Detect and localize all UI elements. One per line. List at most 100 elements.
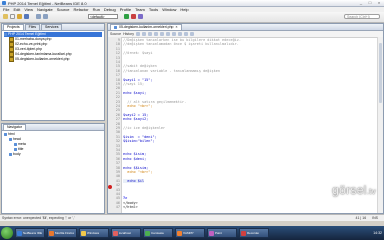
code-line[interactable]: echo $sayi2; [123, 117, 148, 121]
status-message: Syntax error: unexpected '$il', expectin… [2, 216, 75, 220]
tab-projects[interactable]: Projects [3, 24, 24, 30]
navigator-tree: html head meta title body [2, 131, 104, 158]
line-number: 19 [115, 82, 120, 86]
line-number: 35 [115, 152, 120, 157]
app-icon [241, 230, 246, 236]
status-bar: Syntax error: unexpected '$il', expectin… [0, 214, 384, 221]
editor-tool-icon[interactable] [153, 32, 158, 36]
code-line[interactable]: echo $$isim; [123, 166, 148, 170]
code-line[interactable]: // alt satıra geçilmemektir. [123, 100, 186, 104]
code-line[interactable]: ?> [123, 196, 127, 200]
insert-mode: INS [372, 216, 378, 220]
editor-tool-icon[interactable] [171, 32, 176, 36]
run-icon[interactable] [124, 14, 129, 19]
editor-tool-icon[interactable] [165, 32, 170, 36]
navigator-node[interactable]: body [4, 152, 102, 157]
code-line[interactable]: //sayi 15; [123, 82, 144, 86]
redo-icon[interactable] [43, 14, 48, 19]
taskbar-item[interactable]: NetBeans IDE [15, 228, 45, 238]
line-number: 15 [115, 64, 120, 69]
tab-services[interactable]: Services [41, 24, 63, 30]
save-all-icon[interactable] [24, 14, 29, 19]
scrollbar-thumb[interactable] [379, 43, 382, 103]
html-tag-icon [9, 138, 12, 141]
editor-mode-source[interactable]: Source [110, 32, 121, 36]
line-number: 33 [115, 143, 120, 148]
code-line[interactable]: $sayi2 = 15; [123, 113, 148, 117]
taskbar-item[interactable]: Camtasia [143, 228, 173, 238]
editor-tab[interactable]: 05-degisken-kullanim-ornekleri.php × [110, 24, 182, 30]
tab-navigator[interactable]: Navigator [3, 124, 26, 130]
taskbar-item[interactable]: Windows [79, 228, 109, 238]
code-line[interactable]: echo $deni; [123, 157, 146, 161]
tab-files[interactable]: Files [24, 24, 41, 30]
code-line[interactable]: //değişken tanımlamadan önce $ işareti k… [123, 42, 239, 46]
navigator-label: body [13, 152, 21, 156]
close-button[interactable]: × [375, 0, 383, 5]
navigator-panel: Navigator html head meta title body [1, 123, 105, 214]
taskbar-item[interactable]: localhost [111, 228, 141, 238]
line-number: 21 [115, 90, 120, 95]
new-file-icon[interactable] [10, 14, 15, 19]
open-project-icon[interactable] [17, 14, 22, 19]
code-line[interactable]: //ic ice değişkenler [123, 126, 165, 130]
code-line[interactable]: //Değişken tanımlarken ise bu bilgilere … [123, 38, 241, 42]
line-number: 9 [117, 38, 120, 42]
code-line[interactable]: echo $sayi; [123, 91, 146, 95]
system-tray: 14:32 [373, 228, 382, 238]
line-number: 34 [115, 148, 120, 152]
taskbar-item[interactable]: Paint [207, 228, 237, 238]
taskbar-item[interactable]: XAMPP [175, 228, 205, 238]
code-line[interactable]: echo "<br>"; [123, 104, 152, 108]
taskbar-item-label: localhost [119, 231, 131, 235]
navigator-tabs: Navigator [2, 124, 104, 131]
app-icon [113, 230, 118, 236]
code-line[interactable]: //sabit değişken [123, 64, 157, 68]
editor-tool-icon[interactable] [135, 32, 140, 36]
line-number: 43 [115, 187, 120, 192]
close-tab-icon[interactable]: × [175, 25, 177, 30]
code-line[interactable]: echo $isim; [123, 152, 146, 156]
app-icon [81, 230, 86, 236]
code-line[interactable]: </html> [123, 205, 138, 209]
line-number: 44 [115, 192, 120, 196]
error-marker-icon[interactable] [108, 185, 112, 189]
editor-tool-icon[interactable] [189, 32, 194, 36]
clock[interactable]: 14:32 [373, 231, 382, 235]
maximize-button[interactable]: □ [366, 0, 374, 5]
taskbar-item-label: Paint [215, 231, 222, 235]
line-number: 12 [115, 51, 120, 56]
editor-tool-icon[interactable] [177, 32, 182, 36]
tree-label: 05-degisken-kullanim-ornekleri.php [15, 57, 70, 61]
search-input[interactable]: Search (Ctrl+I) [344, 14, 380, 19]
code-line[interactable]: //örnek: $sayi [123, 51, 153, 55]
minimize-button[interactable]: _ [357, 0, 365, 5]
netbeans-icon [2, 1, 6, 5]
code-line[interactable]: echo "<br>"; [123, 170, 152, 174]
line-number: 28 [115, 121, 120, 126]
editor-tool-icon[interactable] [159, 32, 164, 36]
editor-mode-history[interactable]: History [123, 32, 134, 36]
start-button[interactable] [1, 227, 13, 239]
code-line[interactable]: $isim = "deni"; [123, 135, 157, 139]
profile-icon[interactable] [138, 14, 143, 19]
code-line[interactable]: $sayi1 = "15"; [123, 78, 153, 82]
debug-icon[interactable] [131, 14, 136, 19]
code-line[interactable]: $$isim="bilen"; [123, 139, 155, 143]
editor-scrollbar[interactable] [377, 37, 383, 213]
taskbar-item[interactable]: Mozilla Firefox [47, 228, 77, 238]
line-number: 36 [115, 156, 120, 161]
editor-tool-icon[interactable] [141, 32, 146, 36]
undo-icon[interactable] [36, 14, 41, 19]
code-line[interactable]: //tanımlanan variable - tanımlanmamış de… [123, 69, 220, 73]
editor-tool-icon[interactable] [183, 32, 188, 36]
new-project-icon[interactable] [3, 14, 8, 19]
taskbar-item-label: NetBeans IDE [23, 231, 43, 235]
code-line[interactable]: </body> [123, 201, 138, 205]
taskbar-item[interactable]: Recorder [239, 228, 269, 238]
html-tag-icon [4, 133, 7, 136]
code-line[interactable]: echo $il [123, 178, 145, 183]
editor-tool-icon[interactable] [147, 32, 152, 36]
file-node[interactable]: 05-degisken-kullanim-ornekleri.php [4, 57, 102, 62]
configuration-select[interactable]: <default> [88, 14, 118, 19]
